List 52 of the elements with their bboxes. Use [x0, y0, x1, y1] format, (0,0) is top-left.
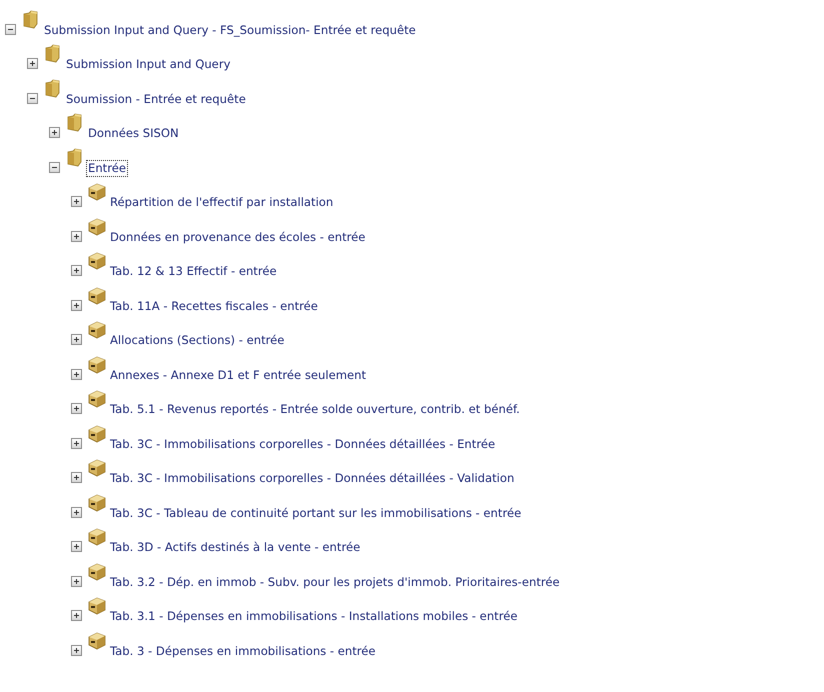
- tree-item[interactable]: Tab. 11A - Recettes fiscales - entrée: [108, 298, 320, 314]
- tree-item[interactable]: Données en provenance des écoles - entrée: [108, 228, 368, 246]
- cube-icon: [87, 216, 107, 236]
- tree-item[interactable]: Entrée: [86, 160, 128, 176]
- tree-item[interactable]: Tab. 3C - Immobilisations corporelles - Données détaillées - Entrée: [108, 436, 498, 452]
- tree-item[interactable]: Tab. 3.2 - Dép. en immob - Subv. pour les projets d'immob. Prioritaires-entrée: [108, 574, 562, 590]
- tree-item[interactable]: Tab. 3D - Actifs destinés à la vente - entrée: [108, 539, 362, 556]
- expand-toggle[interactable]: [71, 300, 82, 310]
- cube-icon: [87, 595, 107, 615]
- cube-icon: [87, 457, 107, 477]
- tree-item[interactable]: Tab. 5.1 - Revenus reportés - Entrée solde ouverture, contrib. et bénéf.: [108, 401, 522, 418]
- tree-item[interactable]: Soumission - Entrée et requête: [64, 90, 248, 108]
- cube-icon: [87, 492, 107, 512]
- tree-item[interactable]: Tab. 12 & 13 Effectif - entrée: [108, 263, 279, 280]
- collapse-toggle[interactable]: [27, 92, 38, 104]
- tree-item[interactable]: Répartition de l'effectif par installation: [108, 194, 336, 211]
- expand-toggle[interactable]: [71, 644, 82, 656]
- expand-toggle[interactable]: [71, 610, 82, 621]
- expand-toggle[interactable]: [49, 127, 60, 138]
- expand-toggle[interactable]: [27, 58, 38, 69]
- expand-toggle[interactable]: [71, 438, 82, 448]
- cube-icon: [87, 250, 107, 270]
- tree-item[interactable]: Annexes - Annexe D1 et F entrée seulement: [108, 366, 368, 384]
- cube-icon: [87, 630, 107, 650]
- tree-item[interactable]: Submission Input and Query: [64, 56, 232, 73]
- cube-icon: [87, 181, 107, 201]
- expand-toggle[interactable]: [71, 230, 82, 242]
- expand-toggle[interactable]: [71, 576, 82, 586]
- cube-icon: [87, 560, 107, 580]
- tree-item[interactable]: Tab. 3 - Dépenses en immobilisations - entrée: [108, 642, 378, 660]
- tree-item[interactable]: Tab. 3C - Tableau de continuité portant sur les immobilisations - entrée: [108, 504, 524, 522]
- cube-icon: [87, 354, 107, 374]
- expand-toggle[interactable]: [71, 506, 82, 518]
- cube-icon: [87, 422, 107, 442]
- tree-item[interactable]: Données SISON: [86, 125, 181, 142]
- tree-item[interactable]: Allocations (Sections) - entrée: [108, 332, 286, 349]
- cube-icon: [87, 284, 107, 304]
- expand-toggle[interactable]: [71, 368, 82, 380]
- collapse-toggle[interactable]: [5, 24, 16, 34]
- cube-icon: [87, 319, 107, 339]
- cube-icon: [87, 388, 107, 408]
- expand-toggle[interactable]: [71, 196, 82, 207]
- expand-toggle[interactable]: [71, 265, 82, 276]
- expand-toggle[interactable]: [71, 472, 82, 483]
- cube-icon: [87, 526, 107, 546]
- tree-item[interactable]: Tab. 3C - Immobilisations corporelles - Données détaillées - Validation: [108, 470, 516, 487]
- tree-item[interactable]: Tab. 3.1 - Dépenses en immobilisations - Installations mobiles - entrée: [108, 608, 520, 625]
- collapse-toggle[interactable]: [49, 162, 60, 172]
- tree-item[interactable]: Submission Input and Query - FS_Soumission- Entrée et requête: [42, 22, 418, 38]
- expand-toggle[interactable]: [71, 334, 82, 345]
- expand-toggle[interactable]: [71, 541, 82, 552]
- expand-toggle[interactable]: [71, 403, 82, 414]
